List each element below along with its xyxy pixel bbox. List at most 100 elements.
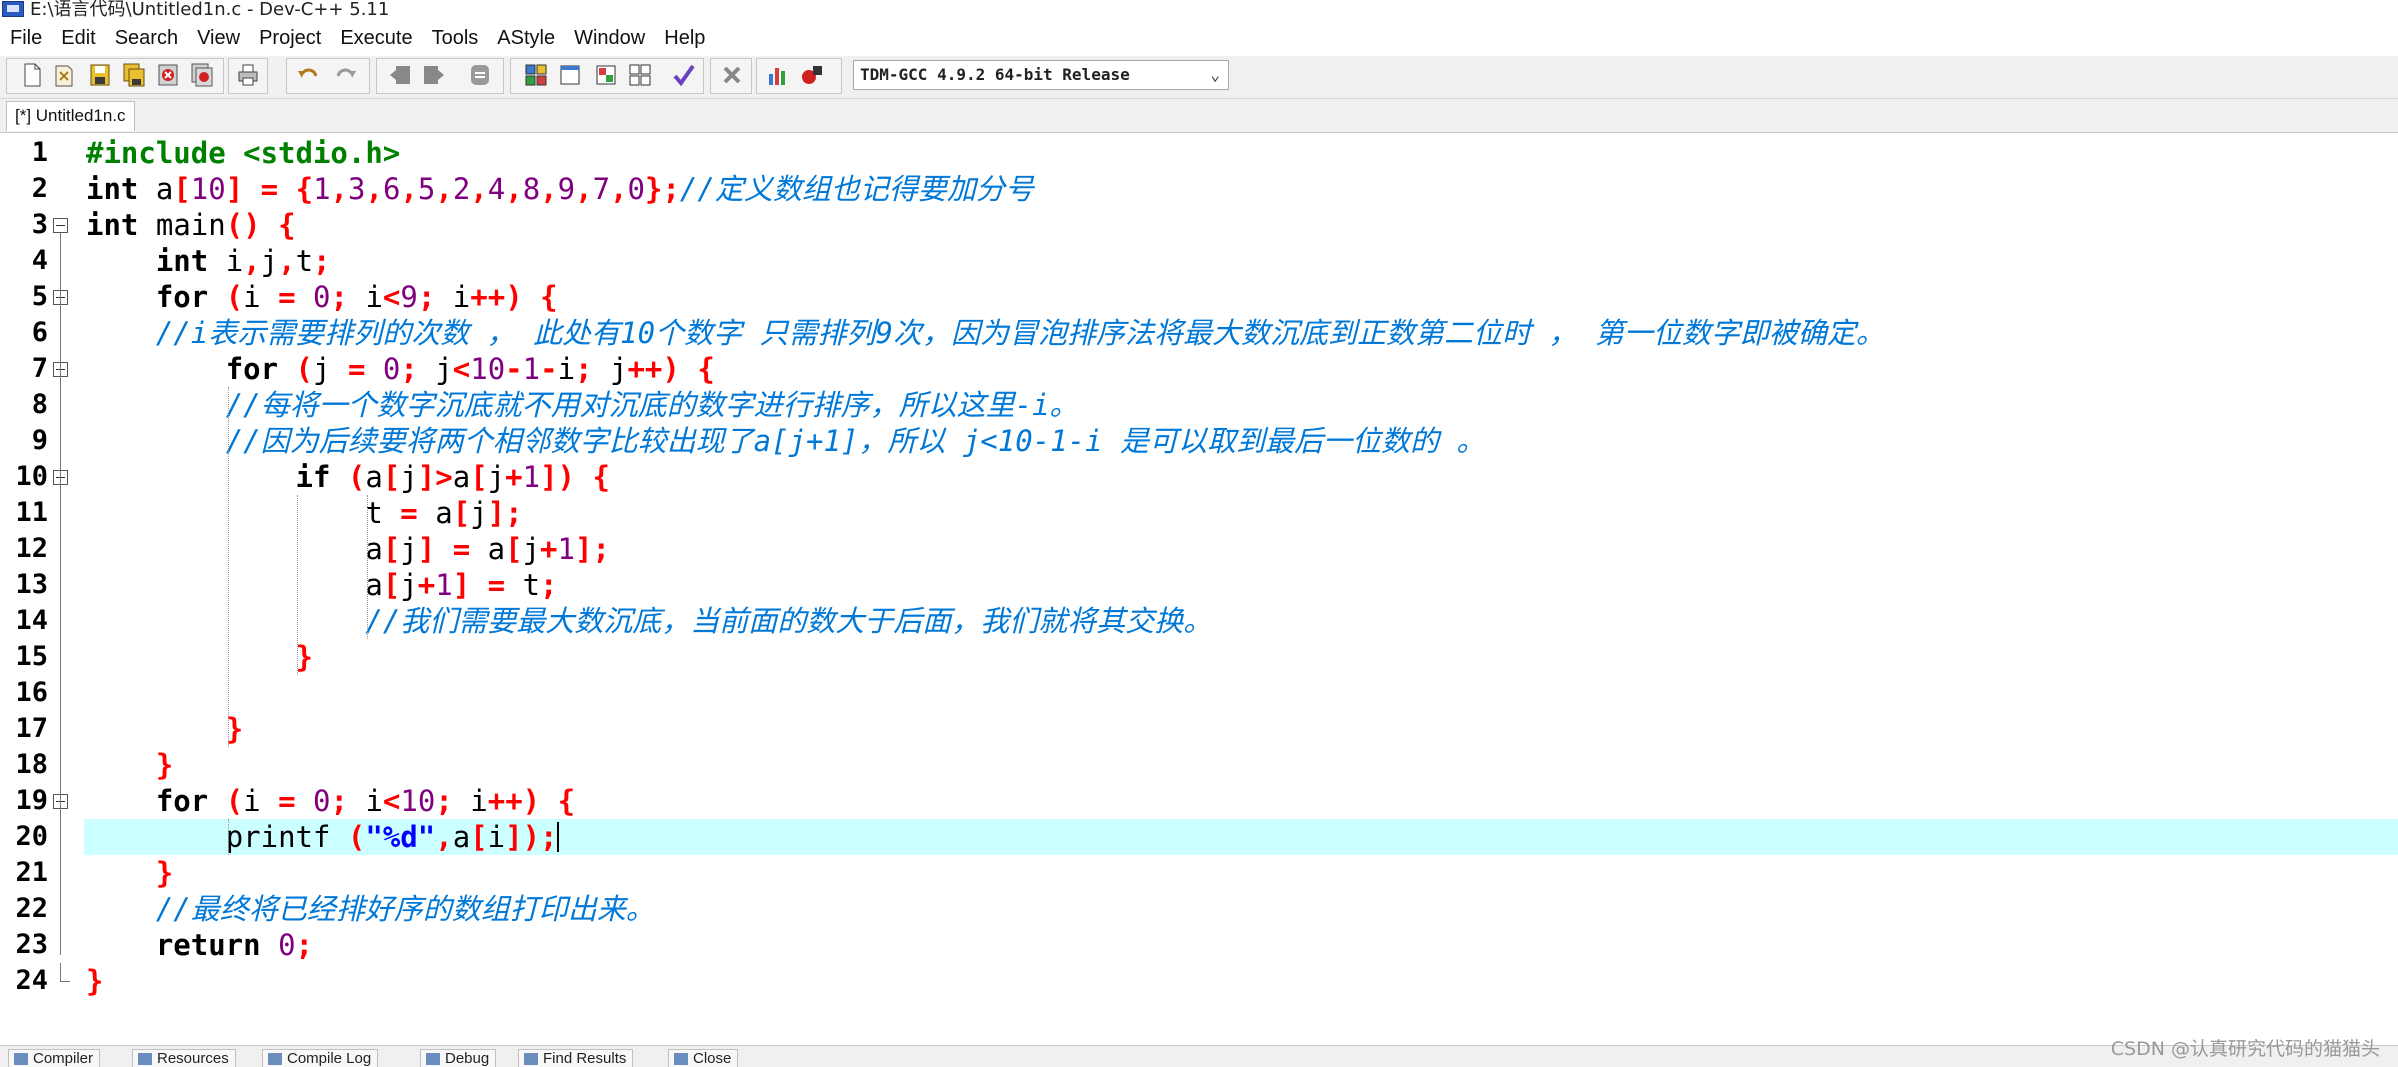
print-icon[interactable] (236, 62, 260, 88)
menu-project[interactable]: Project (259, 27, 321, 50)
bottom-panel-tabs: Compiler Resources Compile Log Debug Fin… (0, 1045, 2398, 1067)
menu-tools[interactable]: Tools (432, 27, 479, 50)
line-number: 13 (15, 569, 48, 600)
toggle-bookmark-icon[interactable] (628, 62, 652, 88)
toggle-comment-icon[interactable] (468, 62, 492, 88)
stop-icon[interactable] (720, 62, 744, 88)
code-line: for (i = 0; i<10; i++) { (155, 784, 576, 818)
code-line: } (295, 640, 313, 674)
tab-compiler[interactable]: Compiler (8, 1049, 101, 1067)
code-line: } (155, 856, 174, 890)
window-title: E:\语言代码\Untitled1n.c - Dev-C++ 5.11 (30, 0, 390, 18)
code-line: //我们需要最大数沉底，当前面的数大于后面，我们就将其交换。 (365, 604, 1213, 638)
debug-icon[interactable] (800, 62, 824, 88)
tab-close[interactable]: Close (668, 1049, 739, 1067)
line-number: 23 (15, 929, 48, 960)
debug-tab-icon (426, 1053, 440, 1065)
line-number: 21 (15, 857, 48, 888)
close-icon[interactable] (156, 62, 180, 88)
menu-window[interactable]: Window (574, 27, 645, 50)
code-line: for (i = 0; i<9; i++) { (155, 280, 558, 314)
open-project-icon[interactable] (52, 62, 76, 88)
compiler-icon (14, 1053, 28, 1065)
code-line: } (86, 964, 104, 998)
code-line: return 0; (155, 928, 314, 962)
menu-astyle[interactable]: AStyle (497, 27, 555, 50)
line-number: 2 (31, 173, 48, 204)
fold-toggle-icon[interactable] (53, 218, 68, 233)
code-line: for (j = 0; j<10-1-i; j++) { (225, 352, 715, 386)
dev-cpp-app-icon (2, 1, 24, 17)
line-number: 14 (15, 605, 48, 636)
save-all-icon[interactable] (122, 62, 146, 88)
line-number: 22 (15, 893, 48, 924)
menu-view[interactable]: View (197, 27, 240, 50)
code-line: int i,j,t; (155, 244, 331, 278)
line-number: 1 (31, 137, 48, 168)
line-number: 17 (15, 713, 48, 744)
compiler-select-value: TDM-GCC 4.9.2 64-bit Release (860, 65, 1130, 84)
tab-resources[interactable]: Resources (132, 1049, 236, 1067)
menu-search[interactable]: Search (115, 27, 178, 50)
code-line: a[j+1] = t; (365, 568, 558, 602)
line-number: 16 (15, 677, 48, 708)
code-line: } (155, 748, 174, 782)
line-number: 6 (31, 317, 48, 348)
indent-guide (227, 819, 229, 855)
line-number: 5 (31, 281, 48, 312)
tab-find-results[interactable]: Find Results (518, 1049, 634, 1067)
chart-icon[interactable] (766, 62, 790, 88)
fold-end-marker (60, 963, 70, 982)
code-line: t = a[j]; (365, 496, 523, 530)
compiler-select[interactable]: TDM-GCC 4.9.2 64-bit Release ⌄ (853, 60, 1229, 90)
editor-tab-strip: [*] Untitled1n.c (0, 99, 2398, 133)
code-line: int main() { (86, 208, 296, 242)
insert-icon[interactable] (594, 62, 618, 88)
compile-log-icon (268, 1053, 282, 1065)
undo-icon[interactable] (296, 62, 320, 88)
new-window-icon[interactable] (558, 62, 582, 88)
tab-debug[interactable]: Debug (420, 1049, 497, 1067)
code-editor[interactable]: 1 #include <stdio.h> 2 int a[10] = {1,3,6,5… (0, 133, 2398, 1045)
line-number: 18 (15, 749, 48, 780)
line-number: 12 (15, 533, 48, 564)
line-number: 11 (15, 497, 48, 528)
line-number: 15 (15, 641, 48, 672)
tab-resources-label: Resources (157, 1050, 229, 1067)
chevron-down-icon[interactable]: ⌄ (1210, 61, 1220, 89)
line-number: 9 (31, 425, 48, 456)
menu-file[interactable]: File (10, 27, 42, 50)
close-all-icon[interactable] (190, 62, 214, 88)
indent-guide (227, 387, 229, 747)
code-line: #include <stdio.h> (86, 136, 401, 170)
code-line: //每将一个数字沉底就不用对沉底的数字进行排序，所以这里-i。 (225, 388, 1079, 422)
menu-execute[interactable]: Execute (340, 27, 412, 50)
line-number: 3 (31, 209, 48, 240)
check-syntax-icon[interactable] (672, 62, 696, 88)
title-bar: E:\语言代码\Untitled1n.c - Dev-C++ 5.11 (0, 0, 2398, 18)
save-icon[interactable] (88, 62, 112, 88)
redo-icon[interactable] (334, 62, 358, 88)
tab-close-label: Close (693, 1050, 732, 1067)
line-number: 24 (15, 965, 48, 996)
find-results-icon (524, 1053, 538, 1065)
code-line: //最终将已经排好序的数组打印出来。 (155, 892, 655, 926)
menu-edit[interactable]: Edit (61, 27, 95, 50)
indent-guide (297, 495, 299, 675)
csdn-watermark: CSDN @认真研究代码的猫猫头 (2110, 1038, 2380, 1060)
tab-compiler-label: Compiler (33, 1050, 94, 1067)
resources-icon (138, 1053, 152, 1065)
line-number: 10 (15, 461, 48, 492)
unindent-icon[interactable] (422, 62, 446, 88)
new-file-icon[interactable] (20, 62, 44, 88)
tab-compile-log[interactable]: Compile Log (262, 1049, 379, 1067)
indent-icon[interactable] (388, 62, 412, 88)
new-project-icon[interactable] (524, 62, 548, 88)
tab-compile-log-label: Compile Log (287, 1050, 372, 1067)
tab-untitled1n[interactable]: [*] Untitled1n.c (6, 101, 135, 131)
menu-help[interactable]: Help (664, 27, 705, 50)
tab-debug-label: Debug (445, 1050, 490, 1067)
indent-guide (367, 495, 369, 639)
text-caret (557, 822, 560, 852)
line-number: 7 (31, 353, 48, 384)
